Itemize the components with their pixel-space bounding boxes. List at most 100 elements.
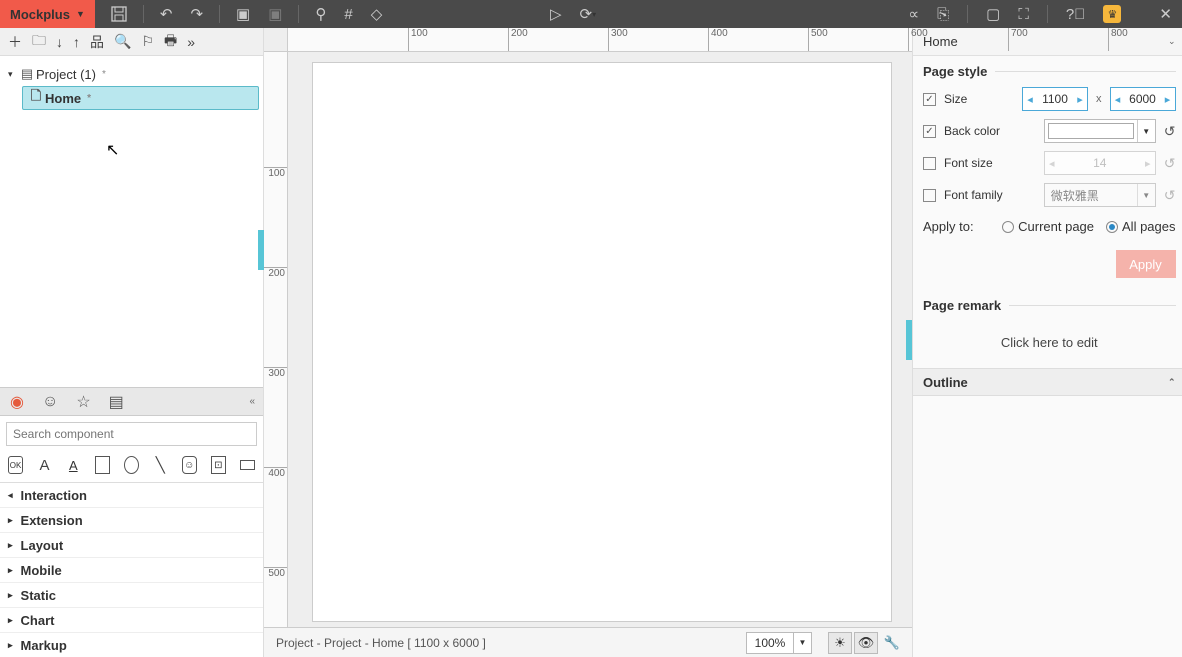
search-input[interactable] [6, 422, 257, 446]
library-tab-icon[interactable]: ▤ [109, 392, 124, 412]
reset-icon[interactable]: ↺ [1164, 187, 1176, 204]
reset-icon[interactable]: ↺ [1164, 123, 1176, 140]
top-toolbar: Mockplus ▼ ↶ ↷ ▣ ▣ ⚲ # ◇ ▷ ⟳ ▾ ∝ ⎘ ▢ ⛶ ?… [0, 0, 1182, 28]
more-icon[interactable]: » [187, 34, 195, 50]
image-component-icon[interactable]: ⊡ [211, 456, 226, 474]
right-panel-handle[interactable] [906, 320, 912, 360]
color-dropdown-icon[interactable]: ▼ [1137, 120, 1155, 142]
category-static[interactable]: ▸Static [0, 583, 263, 608]
sitemap-icon[interactable]: 品 [90, 32, 104, 52]
current-page-radio[interactable] [1002, 221, 1014, 233]
pin-icon[interactable]: ⚲ [315, 5, 326, 23]
collapse-arrow-icon[interactable]: ▾ [8, 69, 18, 80]
width-field[interactable]: ◂ 1100 ▸ [1022, 87, 1088, 111]
wrench-icon[interactable]: 🔧 [880, 632, 904, 654]
expand-icon[interactable]: ⌃ [1168, 377, 1176, 388]
font-family-field[interactable]: 微软雅黑 ▼ [1044, 183, 1156, 207]
print-icon[interactable]: 🖶 [164, 30, 177, 54]
smiley-component-icon[interactable]: ☺ [182, 456, 197, 474]
component-categories: ◂Interaction ▸Extension ▸Layout ▸Mobile … [0, 482, 263, 657]
add-folder-icon[interactable]: 🗀 [32, 30, 46, 54]
app-menu-button[interactable]: Mockplus ▼ [0, 0, 95, 28]
canvas-viewport[interactable] [288, 52, 912, 627]
share-icon[interactable]: ∝ [908, 5, 919, 23]
color-swatch[interactable] [1048, 123, 1134, 139]
zoom-dropdown-icon[interactable]: ▼ [794, 632, 812, 654]
height-field[interactable]: ◂ 6000 ▸ [1110, 87, 1176, 111]
brightness-icon[interactable]: ☀ [828, 632, 852, 654]
properties-header[interactable]: Home ⌄ [913, 28, 1182, 56]
page-remark-field[interactable]: Click here to edit [913, 317, 1182, 368]
font-family-checkbox[interactable] [923, 189, 936, 202]
vertical-ruler[interactable]: 100 200 300 400 500 [264, 52, 288, 627]
components-tab-icon[interactable]: ◉ [10, 392, 24, 412]
increment-icon[interactable]: ▸ [1141, 157, 1155, 170]
dropdown-icon[interactable]: ▼ [1137, 184, 1155, 206]
category-extension[interactable]: ▸Extension [0, 508, 263, 533]
reset-icon[interactable]: ↺ [1164, 155, 1176, 172]
window-icon[interactable]: ▢ [986, 5, 1000, 23]
horizontal-ruler[interactable]: 100 200 300 400 500 600 700 800 900 [288, 28, 912, 52]
grid-icon[interactable]: # [344, 6, 352, 23]
category-interaction[interactable]: ◂Interaction [0, 483, 263, 508]
page-label: Home [45, 91, 81, 106]
decrement-icon[interactable]: ◂ [1023, 93, 1037, 106]
search-icon[interactable]: 🔍 [114, 33, 131, 50]
underline-text-icon[interactable]: A [66, 456, 81, 474]
category-mobile[interactable]: ▸Mobile [0, 558, 263, 583]
emoji-tab-icon[interactable]: ☺ [42, 393, 58, 411]
increment-icon[interactable]: ▸ [1161, 93, 1175, 106]
back-color-checkbox[interactable] [923, 125, 936, 138]
category-chart[interactable]: ▸Chart [0, 608, 263, 633]
ungroup-icon[interactable]: ▣ [268, 5, 282, 23]
close-icon[interactable]: ✕ [1159, 5, 1172, 23]
play-icon[interactable]: ▷ [550, 5, 562, 23]
tree-project-row[interactable]: ▾ ▤ Project (1) * [4, 62, 259, 86]
category-markup[interactable]: ▸Markup [0, 633, 263, 657]
crown-icon[interactable]: ♛ [1103, 5, 1121, 23]
collapse-icon[interactable]: « [249, 396, 255, 407]
undo-icon[interactable]: ↶ [160, 5, 173, 23]
outline-header[interactable]: Outline ⌃ [913, 368, 1182, 396]
input-component-icon[interactable] [240, 460, 255, 470]
size-checkbox[interactable] [923, 93, 936, 106]
favorites-tab-icon[interactable]: ☆ [76, 392, 90, 412]
increment-icon[interactable]: ▸ [1073, 93, 1087, 106]
all-pages-radio[interactable] [1106, 221, 1118, 233]
font-size-field[interactable]: ◂ 14 ▸ [1044, 151, 1156, 175]
line-component-icon[interactable]: ╲ [153, 456, 168, 474]
group-icon[interactable]: ▣ [236, 5, 250, 23]
font-size-checkbox[interactable] [923, 157, 936, 170]
rectangle-component-icon[interactable] [95, 456, 110, 474]
decrement-icon[interactable]: ◂ [1045, 157, 1059, 170]
page-surface[interactable] [312, 62, 892, 622]
page-tree-toolbar: ＋ 🗀 ↓ ↑ 品 🔍 ⚐ 🖶 » [0, 28, 263, 56]
page-style-section-title: Page style [913, 56, 1182, 83]
export-icon[interactable]: ⎘ [937, 6, 949, 23]
visibility-icon[interactable]: 👁 [854, 632, 878, 654]
zoom-control[interactable]: 100% ▼ [746, 632, 812, 654]
font-size-row: Font size ◂ 14 ▸ ↺ [913, 147, 1182, 179]
back-color-field[interactable]: ▼ [1044, 119, 1156, 143]
circle-component-icon[interactable] [124, 456, 139, 474]
collapse-icon[interactable]: ⌄ [1168, 36, 1176, 47]
flag-icon[interactable]: ⚐ [141, 33, 154, 50]
redo-icon[interactable]: ↷ [190, 5, 203, 23]
apply-button[interactable]: Apply [1116, 250, 1176, 278]
move-down-icon[interactable]: ↓ [56, 34, 63, 50]
paint-icon[interactable]: ◇ [371, 5, 383, 23]
help-icon[interactable]: ?⃝ [1066, 6, 1086, 23]
save-icon[interactable] [111, 6, 127, 22]
move-up-icon[interactable]: ↑ [73, 34, 80, 50]
ok-button-component-icon[interactable]: OK [8, 456, 23, 474]
category-layout[interactable]: ▸Layout [0, 533, 263, 558]
left-panel-handle[interactable] [258, 230, 264, 270]
tree-page-row-home[interactable]: 🗋 Home * [22, 86, 259, 110]
text-component-icon[interactable]: A [37, 456, 52, 474]
refresh-icon[interactable]: ⟳ ▾ [580, 5, 597, 23]
decrement-icon[interactable]: ◂ [1111, 93, 1125, 106]
add-page-icon[interactable]: ＋ [8, 32, 22, 52]
ruler-corner[interactable] [264, 28, 288, 52]
zoom-value[interactable]: 100% [746, 632, 794, 654]
fullscreen-icon[interactable]: ⛶ [1018, 6, 1029, 23]
